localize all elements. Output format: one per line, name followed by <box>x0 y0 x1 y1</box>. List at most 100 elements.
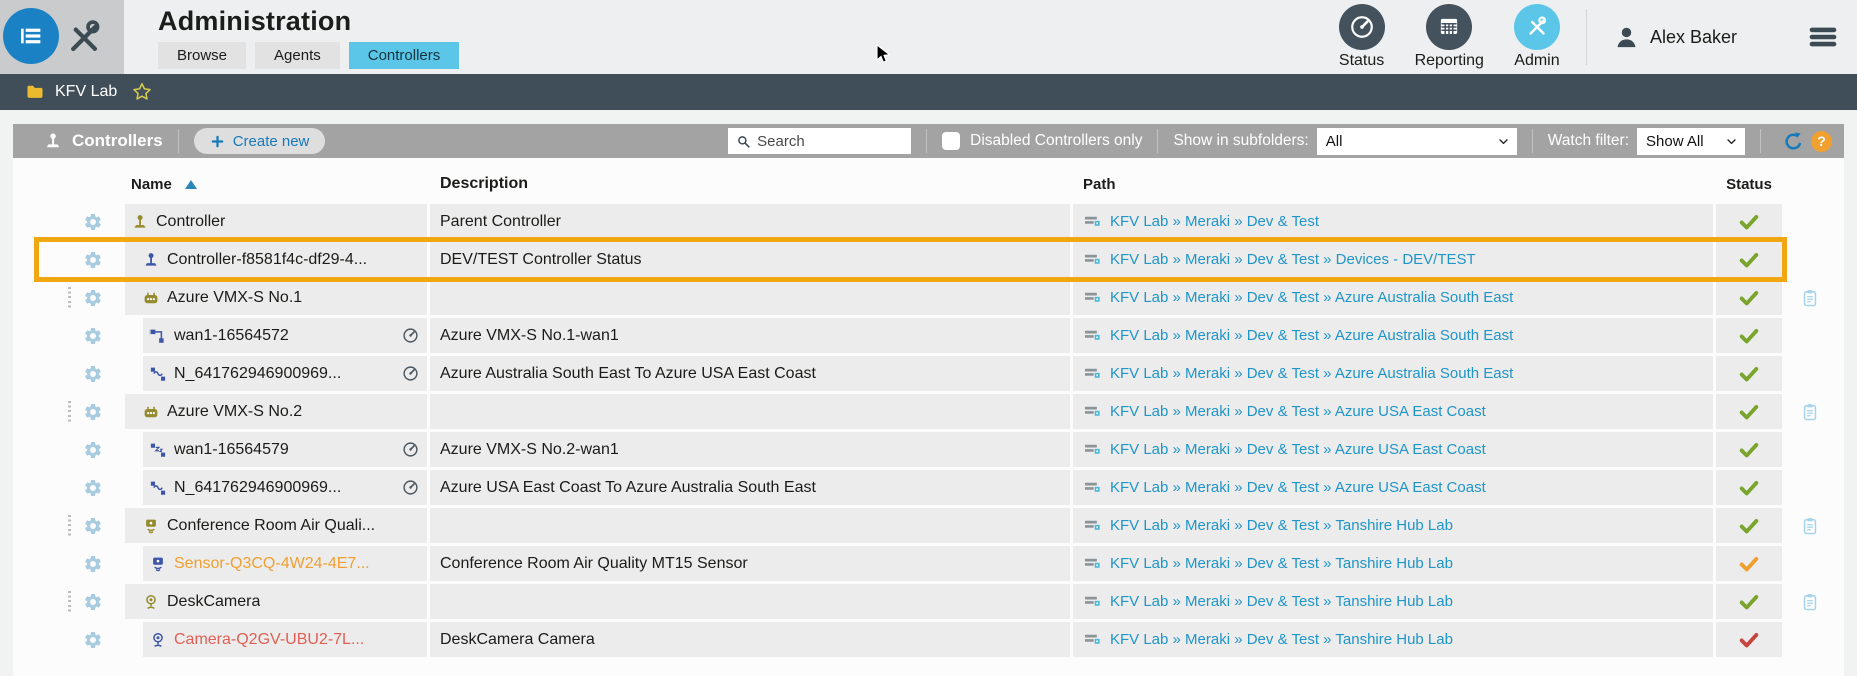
gauge-icon <box>402 479 419 496</box>
controller-name[interactable]: N_641762946900969... <box>174 479 341 497</box>
gear-icon[interactable] <box>83 516 103 536</box>
gear-icon[interactable] <box>83 250 103 270</box>
drag-handle[interactable] <box>68 514 71 537</box>
toolbar: Controllers Create new Disabled Controll… <box>13 124 1844 158</box>
gauge-icon <box>402 441 419 458</box>
tree-list-icon <box>15 20 47 52</box>
nav-reporting[interactable]: Reporting <box>1415 4 1484 70</box>
drag-handle[interactable] <box>68 400 71 423</box>
path-link[interactable]: KFV Lab » Meraki » Dev & Test » Azure Au… <box>1110 327 1513 344</box>
path-icon <box>1083 364 1102 383</box>
disabled-only-checkbox[interactable] <box>942 132 961 150</box>
status-check-icon <box>1738 553 1760 575</box>
gear-icon[interactable] <box>83 478 103 498</box>
controller-name[interactable]: Azure VMX-S No.2 <box>167 403 302 421</box>
path-link[interactable]: KFV Lab » Meraki » Dev & Test » Azure Au… <box>1110 289 1513 306</box>
toolbar-divider <box>1157 129 1159 153</box>
controller-name[interactable]: Conference Room Air Quali... <box>167 517 375 535</box>
path-link[interactable]: KFV Lab » Meraki » Dev & Test » Devices … <box>1110 251 1476 268</box>
clipboard-icon[interactable] <box>1800 592 1820 612</box>
wan-interface-icon <box>149 327 167 345</box>
chevron-down-icon <box>1725 135 1738 148</box>
favorite-star-icon[interactable] <box>131 81 153 103</box>
controller-name[interactable]: Sensor-Q3CQ-4W24-4E7... <box>174 555 370 573</box>
search-icon <box>736 134 751 149</box>
nav-admin[interactable]: Admin <box>1513 4 1560 70</box>
search-input[interactable] <box>757 132 904 150</box>
refresh-button[interactable] <box>1782 130 1805 153</box>
gear-icon[interactable] <box>83 402 103 422</box>
sort-ascending-icon[interactable] <box>184 179 197 189</box>
column-header-status[interactable]: Status <box>1726 176 1772 193</box>
controller-name[interactable]: N_641762946900969... <box>174 365 341 383</box>
path-link[interactable]: KFV Lab » Meraki » Dev & Test » Tanshire… <box>1110 593 1453 610</box>
controller-name[interactable]: wan1-16564579 <box>174 441 289 459</box>
drag-handle[interactable] <box>68 590 71 613</box>
tab-controllers[interactable]: Controllers <box>348 41 460 69</box>
path-link[interactable]: KFV Lab » Meraki » Dev & Test » Tanshire… <box>1110 631 1453 648</box>
gear-icon[interactable] <box>83 364 103 384</box>
app-logo[interactable] <box>3 8 59 64</box>
path-link[interactable]: KFV Lab » Meraki » Dev & Test » Azure US… <box>1110 403 1486 420</box>
tab-agents[interactable]: Agents <box>255 41 340 69</box>
controller-name[interactable]: Camera-Q2GV-UBU2-7L... <box>174 631 364 649</box>
gear-icon[interactable] <box>83 212 103 232</box>
subfolders-select[interactable]: All <box>1316 127 1517 155</box>
path-icon <box>1083 326 1102 345</box>
toolbar-divider <box>926 129 928 153</box>
path-icon <box>1083 288 1102 307</box>
gear-icon[interactable] <box>83 554 103 574</box>
help-button[interactable]: ? <box>1811 130 1832 152</box>
column-header-path[interactable]: Path <box>1083 176 1116 193</box>
controller-description: Conference Room Air Quality MT15 Sensor <box>440 554 748 572</box>
column-header-name[interactable]: Name <box>131 176 172 193</box>
vpn-tunnel-icon <box>149 365 167 383</box>
clipboard-icon[interactable] <box>1800 516 1820 536</box>
gauge-icon <box>402 365 419 382</box>
column-header-description[interactable]: Description <box>440 175 528 193</box>
watch-filter-select[interactable]: Show All <box>1637 127 1745 155</box>
clipboard-icon[interactable] <box>1800 402 1820 422</box>
tab-browse[interactable]: Browse <box>158 41 247 69</box>
controller-name[interactable]: DeskCamera <box>167 593 260 611</box>
wan-interface-icon <box>149 441 167 459</box>
path-link[interactable]: KFV Lab » Meraki » Dev & Test » Azure US… <box>1110 441 1486 458</box>
gear-icon[interactable] <box>83 288 103 308</box>
table-row: N_641762946900969... Azure Australia Sout… <box>39 356 1844 391</box>
section-tabs: Browse Agents Controllers <box>158 41 460 69</box>
controller-name[interactable]: Azure VMX-S No.1 <box>167 289 302 307</box>
search-box[interactable] <box>728 128 912 154</box>
joystick-icon <box>131 213 149 231</box>
section-header: Controllers <box>43 131 163 151</box>
user-menu[interactable]: Alex Baker <box>1613 24 1737 51</box>
breadcrumb: KFV Lab <box>0 74 1857 110</box>
breadcrumb-label[interactable]: KFV Lab <box>55 83 117 101</box>
path-link[interactable]: KFV Lab » Meraki » Dev & Test » Tanshire… <box>1110 555 1453 572</box>
gear-icon[interactable] <box>83 326 103 346</box>
status-check-icon <box>1738 477 1760 499</box>
plus-icon <box>210 134 225 149</box>
status-check-icon <box>1738 287 1760 309</box>
controller-description: DeskCamera Camera <box>440 630 595 648</box>
path-icon <box>1083 212 1102 231</box>
drag-handle[interactable] <box>68 286 71 309</box>
table-row: Azure VMX-S No.1 KFV Lab » Meraki » Dev &… <box>39 280 1844 315</box>
controller-name[interactable]: Controller <box>156 213 225 231</box>
gear-icon[interactable] <box>83 440 103 460</box>
page-title: Administration <box>158 5 352 36</box>
menu-icon[interactable] <box>1807 21 1839 53</box>
clipboard-icon[interactable] <box>1800 288 1820 308</box>
controller-name[interactable]: wan1-16564572 <box>174 327 289 345</box>
path-link[interactable]: KFV Lab » Meraki » Dev & Test » Azure Au… <box>1110 365 1513 382</box>
controller-name[interactable]: Controller-f8581f4c-df29-4... <box>167 251 367 269</box>
path-link[interactable]: KFV Lab » Meraki » Dev & Test <box>1110 213 1319 230</box>
gear-icon[interactable] <box>83 630 103 650</box>
path-icon <box>1083 250 1102 269</box>
table-row: wan1-16564572 Azure VMX-S No.1-wan1 KFV La… <box>39 318 1844 353</box>
path-link[interactable]: KFV Lab » Meraki » Dev & Test » Tanshire… <box>1110 517 1453 534</box>
nav-status[interactable]: Status <box>1338 4 1385 70</box>
gear-icon[interactable] <box>83 592 103 612</box>
create-new-button[interactable]: Create new <box>193 128 326 154</box>
path-link[interactable]: KFV Lab » Meraki » Dev & Test » Azure US… <box>1110 479 1486 496</box>
table-row: Camera-Q2GV-UBU2-7L... DeskCamera Camera K… <box>39 622 1844 657</box>
